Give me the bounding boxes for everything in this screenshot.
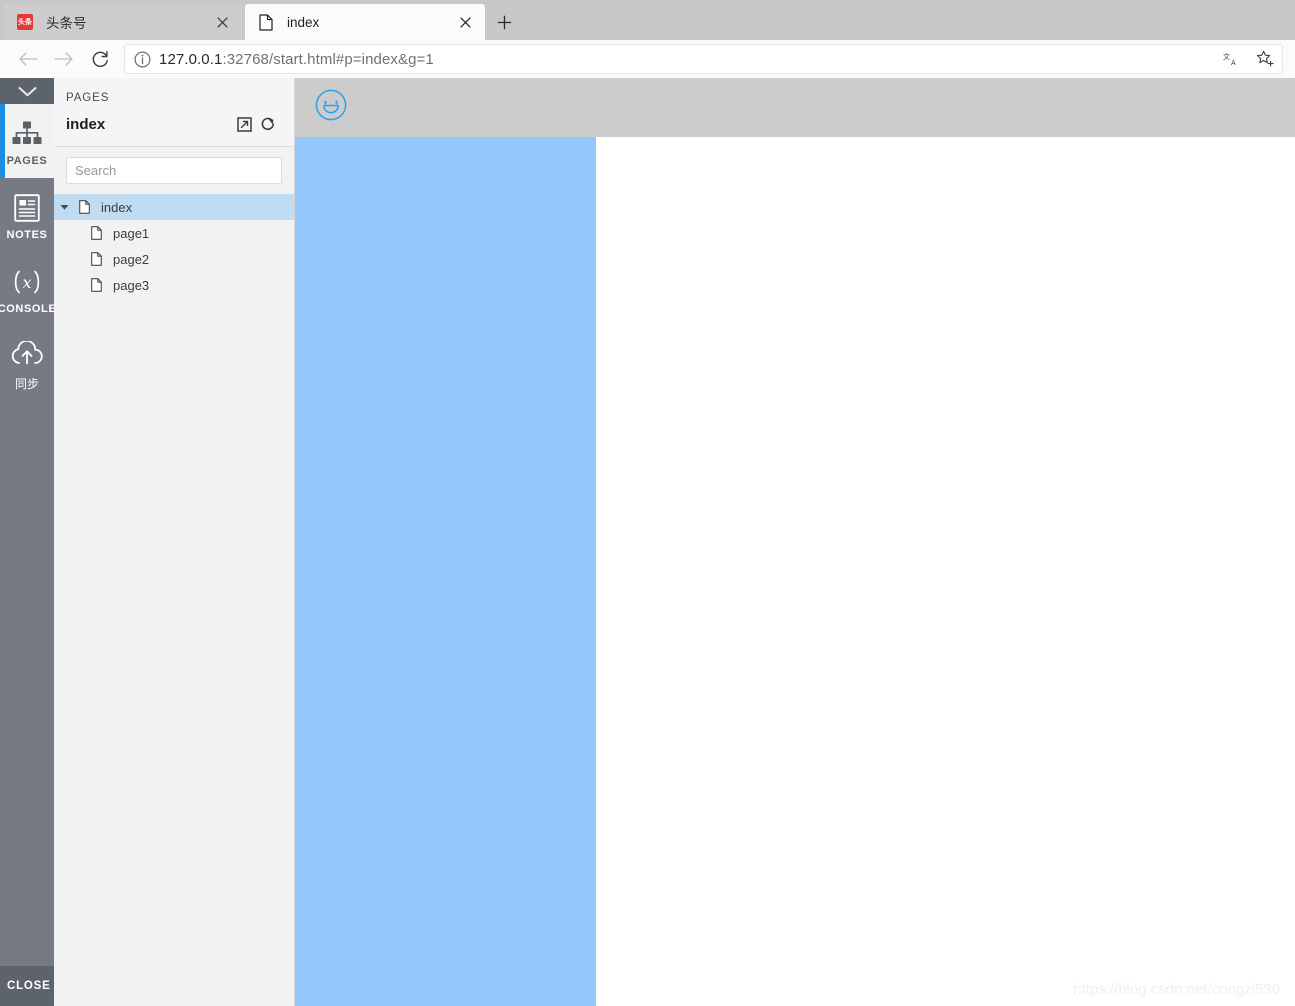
panel-header: PAGES index xyxy=(54,78,294,147)
chevron-down-icon[interactable] xyxy=(54,204,74,211)
search-container xyxy=(54,147,294,192)
sidebar-item-label: 同步 xyxy=(14,376,39,391)
content-toolbar xyxy=(295,78,1295,137)
watermark: https://blog.csdn.net/congzi530 xyxy=(1073,981,1280,998)
browser-navigation-bar: 127.0.0.1:32768/start.html#p=index&g=1 文… xyxy=(0,40,1295,78)
tree-item-label: page2 xyxy=(113,251,150,267)
smiley-face-icon[interactable] xyxy=(315,89,347,126)
reload-icon[interactable] xyxy=(82,43,118,75)
function-x-icon: x xyxy=(8,263,46,301)
url-host: 127.0.0.1 xyxy=(159,50,223,68)
content-body: https://blog.csdn.net/congzi530 xyxy=(295,137,1295,1006)
content-area: https://blog.csdn.net/congzi530 xyxy=(295,78,1295,1006)
cloud-upload-icon xyxy=(10,335,44,373)
sidebar-item-notes[interactable]: NOTES xyxy=(0,178,54,252)
back-arrow-icon[interactable] xyxy=(10,43,46,75)
address-bar[interactable]: 127.0.0.1:32768/start.html#p=index&g=1 文… xyxy=(124,44,1283,74)
app-root: PAGES NOTES x CONSOLE 同步 CLOSE PAGES ind… xyxy=(0,78,1295,1006)
tab-close-icon[interactable] xyxy=(451,8,479,36)
open-external-icon[interactable] xyxy=(232,114,256,134)
tree-item-page1[interactable]: page1 xyxy=(54,220,294,246)
preview-blue-panel xyxy=(295,137,596,1006)
document-icon xyxy=(86,278,106,292)
sidebar-item-label: NOTES xyxy=(6,229,48,241)
search-input[interactable] xyxy=(66,157,282,184)
pages-tree: index page1 page2 page3 xyxy=(54,192,294,298)
sidebar-item-label: PAGES xyxy=(6,155,48,167)
tab-title: index xyxy=(287,14,320,30)
forward-arrow-icon[interactable] xyxy=(46,43,82,75)
info-icon[interactable] xyxy=(125,50,159,68)
tab-strip: 头条 头条号 index xyxy=(0,0,1295,40)
refresh-icon[interactable] xyxy=(256,114,280,134)
page-title: index xyxy=(66,115,106,133)
sidebar-item-pages[interactable]: PAGES xyxy=(0,104,54,178)
chevron-down-icon[interactable] xyxy=(0,78,54,104)
translate-icon[interactable]: 文 A xyxy=(1214,44,1248,74)
panel-title-row: index xyxy=(66,114,280,134)
sitemap-icon xyxy=(12,115,42,153)
svg-text:文: 文 xyxy=(1223,52,1230,61)
tree-item-label: page1 xyxy=(113,225,150,241)
tree-item-page3[interactable]: page3 xyxy=(54,272,294,298)
browser-tab-toutiao[interactable]: 头条 头条号 xyxy=(4,4,242,40)
tree-item-label: page3 xyxy=(113,277,150,293)
sidebar-rail: PAGES NOTES x CONSOLE 同步 CLOSE xyxy=(0,78,57,1006)
notes-icon xyxy=(14,189,40,227)
sidebar-item-sync[interactable]: 同步 xyxy=(0,326,54,400)
document-icon xyxy=(74,200,94,214)
close-button[interactable]: CLOSE xyxy=(0,966,54,1006)
svg-text:A: A xyxy=(1231,59,1236,67)
star-add-icon[interactable] xyxy=(1248,44,1282,74)
panel-eyebrow: PAGES xyxy=(66,92,110,104)
tree-item-page2[interactable]: page2 xyxy=(54,246,294,272)
sidebar-item-label: CONSOLE xyxy=(0,303,57,315)
tab-title: 头条号 xyxy=(46,16,87,31)
document-favicon xyxy=(257,13,275,31)
svg-text:x: x xyxy=(22,273,31,292)
sidebar-item-console[interactable]: x CONSOLE xyxy=(0,252,57,326)
tree-item-label: index xyxy=(101,199,133,215)
browser-tab-index[interactable]: index xyxy=(245,4,485,40)
document-icon xyxy=(86,226,106,240)
address-bar-url: 127.0.0.1:32768/start.html#p=index&g=1 xyxy=(159,51,1214,68)
new-tab-button[interactable] xyxy=(490,8,518,36)
pages-panel: PAGES index Search index page1 page2 pag… xyxy=(54,78,295,1006)
url-path: :32768/start.html#p=index&g=1 xyxy=(222,50,434,68)
tab-close-icon[interactable] xyxy=(208,8,236,36)
tree-item-index[interactable]: index xyxy=(54,194,294,220)
browser-chrome: 头条 头条号 index 127.0.0.1:32768/start.html#… xyxy=(0,0,1295,78)
document-icon xyxy=(86,252,106,266)
toutiao-favicon: 头条 xyxy=(16,13,34,31)
